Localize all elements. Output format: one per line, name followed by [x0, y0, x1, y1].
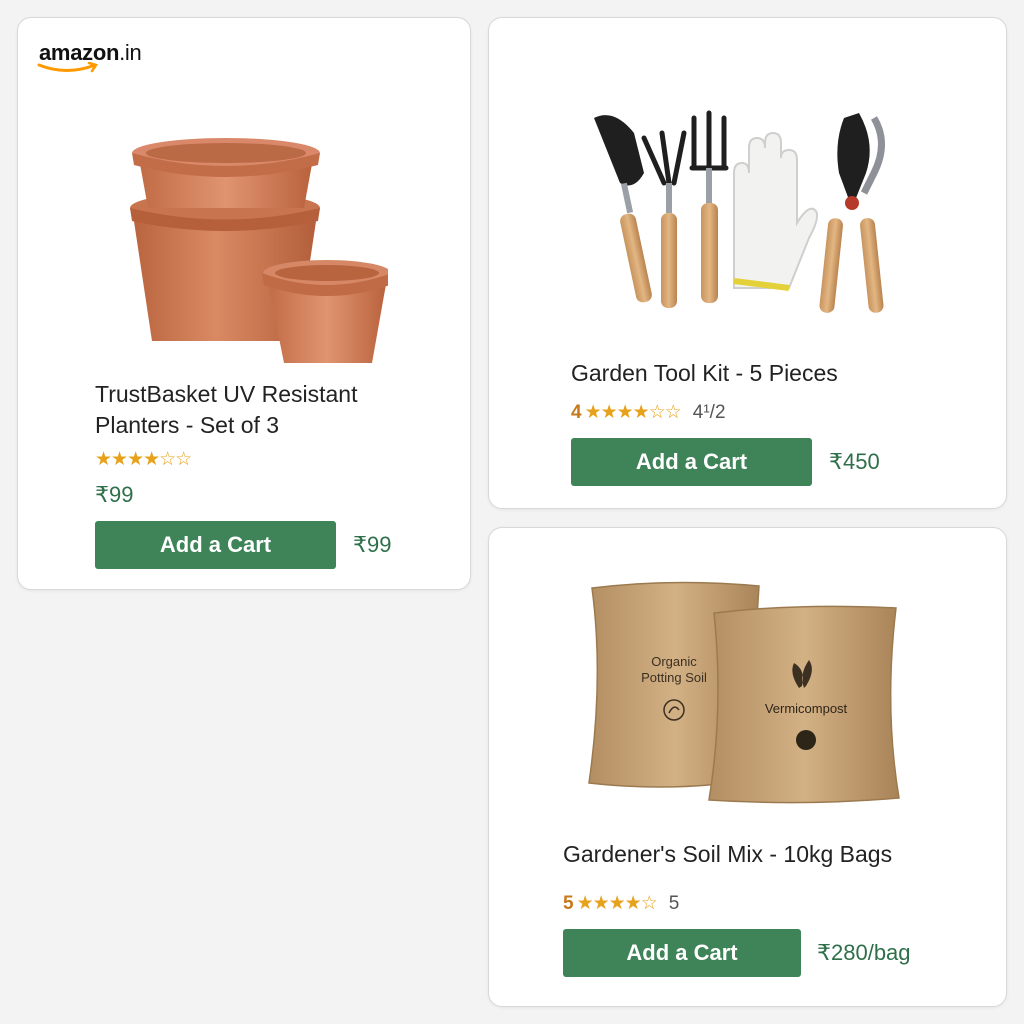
bag-label-potting-soil: Potting Soil — [641, 670, 707, 685]
product-card-planters[interactable]: amazon.in TrustBasket UV Resistant Plant… — [17, 17, 471, 590]
rating-value: 5 — [563, 892, 574, 914]
product-card-soil-mix[interactable]: Organic Potting Soil Vermicompost Garden… — [488, 527, 1007, 1007]
rating-count: 5 — [668, 892, 680, 914]
amazon-logo[interactable]: amazon.in — [37, 40, 142, 73]
add-to-cart-button[interactable]: Add a Cart — [563, 929, 801, 977]
smile-arrow-icon — [37, 62, 98, 73]
star-rating[interactable]: 5 ★★★★☆ 5 — [563, 892, 679, 915]
rating-value: 4 — [571, 401, 582, 423]
bag-label-organic: Organic — [651, 654, 697, 669]
product-title[interactable]: TrustBasket UV Resistant Planters - Set … — [95, 379, 357, 441]
product-price: ₹280/bag — [817, 940, 911, 965]
soil-bags-image: Organic Potting Soil Vermicompost — [588, 581, 900, 804]
rating-count: 4¹/2 — [692, 401, 726, 423]
add-to-cart-button[interactable]: Add a Cart — [571, 438, 812, 486]
add-to-cart-button[interactable]: Add a Cart — [95, 521, 336, 569]
product-price: ₹99 — [353, 532, 392, 557]
logo-suffix: .in — [119, 40, 142, 65]
star-rating[interactable]: ★★★★☆☆ — [95, 448, 192, 471]
star-rating[interactable]: 4 ★★★★☆☆ 4¹/2 — [571, 401, 726, 424]
stars-icon: ★★★★☆☆ — [95, 449, 192, 470]
product-title[interactable]: Garden Tool Kit - 5 Pieces — [571, 358, 838, 389]
stars-icon: ★★★★☆☆ — [584, 402, 682, 423]
product-title-line2: Planters - Set of 3 — [95, 412, 280, 438]
list-price: ₹99 — [95, 482, 134, 507]
product-title[interactable]: Gardener's Soil Mix - 10kg Bags — [563, 839, 892, 870]
product-price: ₹450 — [829, 449, 880, 474]
terracotta-planters-image — [130, 138, 388, 363]
product-title-line1: TrustBasket UV Resistant — [95, 381, 358, 407]
product-card-tool-kit[interactable]: Garden Tool Kit - 5 Pieces 4 ★★★★☆☆ 4¹/2… — [488, 17, 1007, 509]
stars-icon: ★★★★☆ — [576, 893, 658, 914]
bag-label-vermicompost: Vermicompost — [765, 701, 848, 716]
garden-tools-image — [594, 110, 885, 313]
